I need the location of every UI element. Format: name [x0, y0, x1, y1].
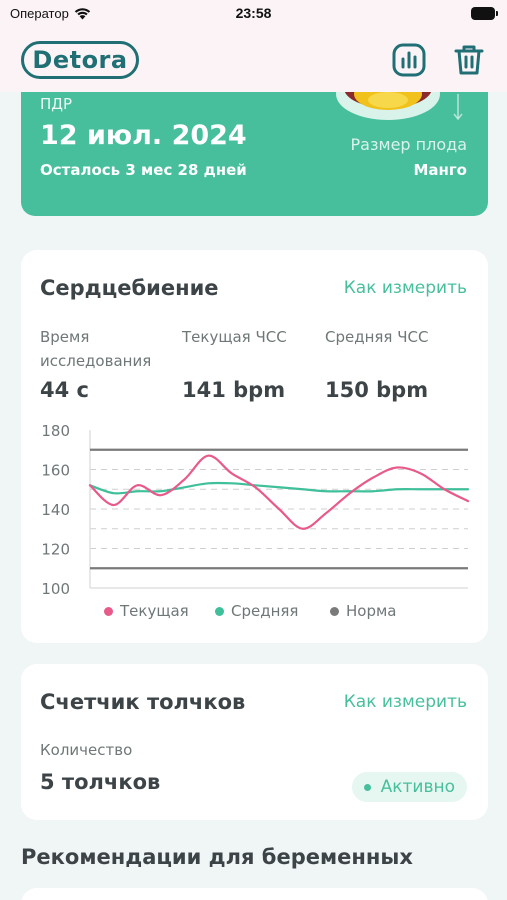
stat-label-current-hr: Текущая ЧСС: [182, 328, 287, 346]
legend-norm-label: Норма: [346, 602, 397, 620]
legend-average-marker: [215, 606, 224, 616]
fruit-size-label: Размер плода: [350, 135, 467, 154]
y-tick-label: 140: [41, 501, 70, 519]
legend-norm: Норма: [330, 602, 397, 620]
kick-counter-title: Счетчик толчков: [40, 690, 246, 714]
clock: 23:58: [235, 5, 272, 21]
kick-count-label: Количество: [40, 741, 133, 759]
y-tick-label: 180: [41, 422, 70, 440]
due-date-card: ПДР 12 июл. 2024 Осталось 3 мес 28 дней …: [21, 92, 488, 216]
legend-average-label: Средняя: [231, 602, 299, 620]
kick-counter-card: Счетчик толчков Как измерить Количество …: [21, 664, 488, 820]
arrow-down-icon: [453, 94, 463, 121]
stat-label-average-hr: Средняя ЧСС: [325, 328, 429, 346]
heartbeat-how-to-link[interactable]: Как измерить: [344, 278, 467, 298]
kick-count-value: 5 толчков: [40, 770, 161, 794]
mango-icon: [336, 92, 440, 120]
legend-norm-marker: [330, 606, 339, 616]
recommendations-card[interactable]: [21, 888, 488, 900]
app-logo[interactable]: Detora: [21, 41, 139, 79]
y-tick-label: 160: [41, 462, 70, 480]
status-bar: Оператор 23:58: [0, 0, 507, 30]
app-header: Detora: [0, 30, 507, 92]
y-tick-label: 100: [41, 580, 70, 598]
status-dot: [363, 783, 371, 791]
time-remaining: Осталось 3 мес 28 дней: [40, 161, 247, 179]
legend-current: Текущая: [104, 602, 189, 620]
y-tick-label: 120: [41, 541, 70, 559]
stat-value-current-hr: 141 bpm: [182, 378, 286, 402]
stats-icon[interactable]: [392, 42, 426, 78]
trash-icon[interactable]: [452, 42, 486, 78]
heartbeat-title: Сердцебиение: [40, 276, 219, 300]
recommendations-title: Рекомендации для беременных: [21, 845, 413, 869]
status-badge-label: Активно: [380, 777, 455, 797]
fruit-size-value: Манго: [413, 161, 467, 179]
stat-value-duration: 44 с: [40, 378, 89, 402]
due-label: ПДР: [40, 95, 73, 113]
due-date: 12 июл. 2024: [40, 120, 247, 151]
battery-icon: [471, 7, 498, 20]
status-badge: Активно: [351, 772, 467, 802]
heart-rate-chart: 100 120 140 160 180: [41, 422, 470, 598]
legend-current-marker: [104, 606, 113, 616]
legend-average: Средняя: [215, 602, 298, 620]
stat-value-average-hr: 150 bpm: [325, 378, 429, 402]
stat-label-duration: Время исследования: [40, 328, 152, 370]
kick-how-to-link[interactable]: Как измерить: [344, 692, 467, 712]
legend-current-label: Текущая: [120, 602, 189, 620]
